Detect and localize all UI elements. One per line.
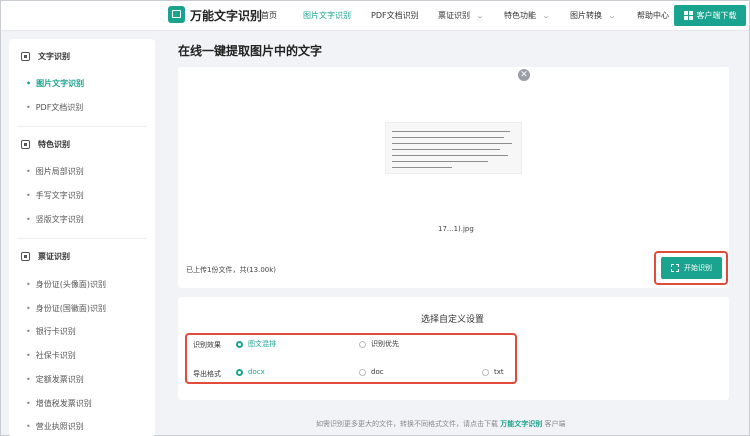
sidebar-item-vat-invoice[interactable]: 增值税发票识别 [26,398,92,409]
chevron-down-icon: ⌄ [541,12,551,20]
sidebar-item-handwriting-ocr[interactable]: 手写文字识别 [26,190,84,201]
radio-icon [482,368,489,376]
upload-card [178,67,729,288]
radio-mixed-layout[interactable]: 图文混排 [236,339,276,349]
settings-title: 选择自定义设置 [421,315,485,325]
option-label: docx [248,368,265,376]
nav-image-ocr[interactable]: 图片文字识别 [303,10,351,21]
radio-docx[interactable]: docx [236,368,265,376]
nav-label: 图片文字识别 [303,11,351,20]
file-name: 17...1).jpg [438,225,474,233]
radio-recognition-first[interactable]: 识别优先 [359,339,399,349]
nav-label: 图片转换 [570,11,602,20]
footer-text: 客户端 [544,420,566,428]
nav-label: 首页 [261,11,277,20]
nav-pdf-ocr[interactable]: PDF文档识别 [371,10,419,21]
sidebar-item-partial-ocr[interactable]: 图片局部识别 [26,166,84,177]
chevron-down-icon: ⌄ [475,12,485,20]
sidebar-item-image-ocr[interactable]: 图片文字识别 [26,78,84,89]
close-icon[interactable]: ✕ [518,69,530,81]
uploaded-image-thumbnail[interactable] [385,122,522,174]
sidebar-item-vertical-ocr[interactable]: 竖版文字识别 [26,214,84,225]
start-recognition-button[interactable]: 开始识别 [661,257,722,279]
sidebar-item-business-license[interactable]: 营业执照识别 [26,421,84,432]
thumbnail-text-line [392,149,500,151]
thumbnail-text-line [392,143,512,145]
nav-label: 票证识别 [438,11,470,20]
option-label: doc [371,368,384,376]
sidebar-item-fixed-invoice[interactable]: 定额发票识别 [26,374,84,385]
sidebar-section-special-ocr: 特色识别 [21,139,70,150]
radio-icon [359,340,366,348]
sidebar-item-idcard-back[interactable]: 身份证(国徽面)识别 [26,303,106,314]
brand-name[interactable]: 万能文字识别 [190,7,262,24]
option-label: txt [494,368,504,376]
footer-note: 如需识别更多更大的文件，转换不同格式文件，请点击下载 万能文字识别 客户端 [316,419,565,429]
thumbnail-text-line [392,137,504,139]
thumbnail-text-line [392,167,452,169]
scan-icon [21,52,30,61]
sidebar-item-pdf-ocr[interactable]: PDF文档识别 [26,102,84,113]
ticket-icon [21,252,30,261]
radio-icon [236,340,243,348]
app-logo-icon[interactable] [168,6,185,23]
top-navbar: 万能文字识别 首页 图片文字识别 PDF文档识别 票证识别 ⌄ 特色功能 ⌄ 图片转… [1,1,749,31]
upload-status: 已上传1份文件，共(13.00k) [186,266,277,274]
start-label: 开始识别 [684,264,712,272]
nav-home[interactable]: 首页 [261,10,277,21]
row-label-effect: 识别效果 [193,341,221,349]
scan-icon [671,264,679,272]
radio-icon [236,368,243,376]
sidebar-section-ticket-ocr: 票证识别 [21,251,70,262]
section-title: 票证识别 [38,252,70,261]
divider [17,238,147,239]
sidebar-item-idcard-front[interactable]: 身份证(头像面)识别 [26,279,106,290]
footer-text: 如需识别更多更大的文件，转换不同格式文件，请点击下载 [316,420,498,428]
option-label: 图文混排 [248,340,276,348]
windows-icon [683,11,693,20]
nav-label: 特色功能 [504,11,536,20]
option-label: 识别优先 [371,340,399,348]
divider [17,126,147,127]
section-title: 特色识别 [38,140,70,149]
sidebar-section-text-ocr: 文字识别 [21,51,70,62]
nav-image-convert[interactable]: 图片转换 ⌄ [570,10,617,21]
radio-doc[interactable]: doc [359,368,384,376]
sidebar-item-bankcard[interactable]: 银行卡识别 [26,326,76,337]
radio-txt[interactable]: txt [482,368,504,376]
settings-highlight [185,333,517,384]
page-title: 在线一键提取图片中的文字 [178,44,323,58]
sidebar-item-social-card[interactable]: 社保卡识别 [26,350,76,361]
footer-download-link[interactable]: 万能文字识别 [500,420,542,428]
chevron-down-icon: ⌄ [607,12,617,20]
download-label: 客户端下载 [696,11,737,20]
radio-icon [359,368,366,376]
special-ocr-icon [21,140,30,149]
nav-ticket-ocr[interactable]: 票证识别 ⌄ [438,10,485,21]
thumbnail-text-line [392,161,488,163]
row-label-format: 导出格式 [193,370,221,378]
client-download-button[interactable]: 客户端下载 [674,5,746,26]
section-title: 文字识别 [38,52,70,61]
nav-label: 帮助中心 [637,11,669,20]
nav-help[interactable]: 帮助中心 [637,10,669,21]
thumbnail-text-line [392,131,510,133]
nav-label: PDF文档识别 [371,11,419,20]
nav-features[interactable]: 特色功能 ⌄ [504,10,551,21]
thumbnail-text-line [392,155,508,157]
